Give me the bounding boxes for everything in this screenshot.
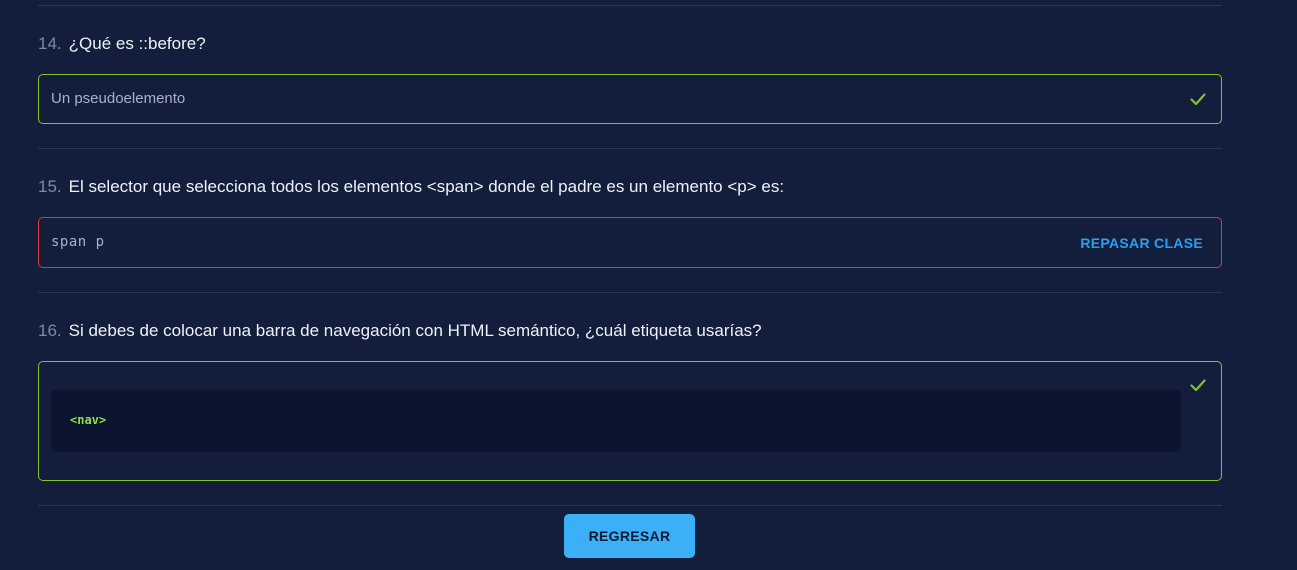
review-class-link[interactable]: REPASAR CLASE [1080,235,1203,251]
question-number: 16. [38,321,62,340]
divider [38,148,1222,149]
question-number: 14. [38,34,62,53]
answer-box-incorrect: span p REPASAR CLASE [38,217,1222,268]
divider [38,292,1222,293]
answer-text: Un pseudoelemento [51,90,186,107]
question-text: El selector que selecciona todos los ele… [68,177,785,196]
question-14: 14. ¿Qué es ::before? [38,34,206,54]
check-icon [1190,379,1206,392]
question-15: 15. El selector que selecciona todos los … [38,177,784,197]
code-block: <nav> [51,390,1181,452]
answer-box-correct: <nav> [38,361,1222,481]
code-answer: <nav> [70,413,107,427]
question-text: ¿Qué es ::before? [68,34,206,53]
divider [38,505,1222,506]
question-text: Si debes de colocar una barra de navegac… [68,321,762,340]
check-icon [1190,93,1206,106]
question-16: 16. Si debes de colocar una barra de nave… [38,321,762,341]
back-button[interactable]: REGRESAR [564,514,695,558]
answer-text: span p [51,234,105,250]
divider [38,5,1222,6]
question-number: 15. [38,177,62,196]
answer-box-correct: Un pseudoelemento [38,74,1222,124]
